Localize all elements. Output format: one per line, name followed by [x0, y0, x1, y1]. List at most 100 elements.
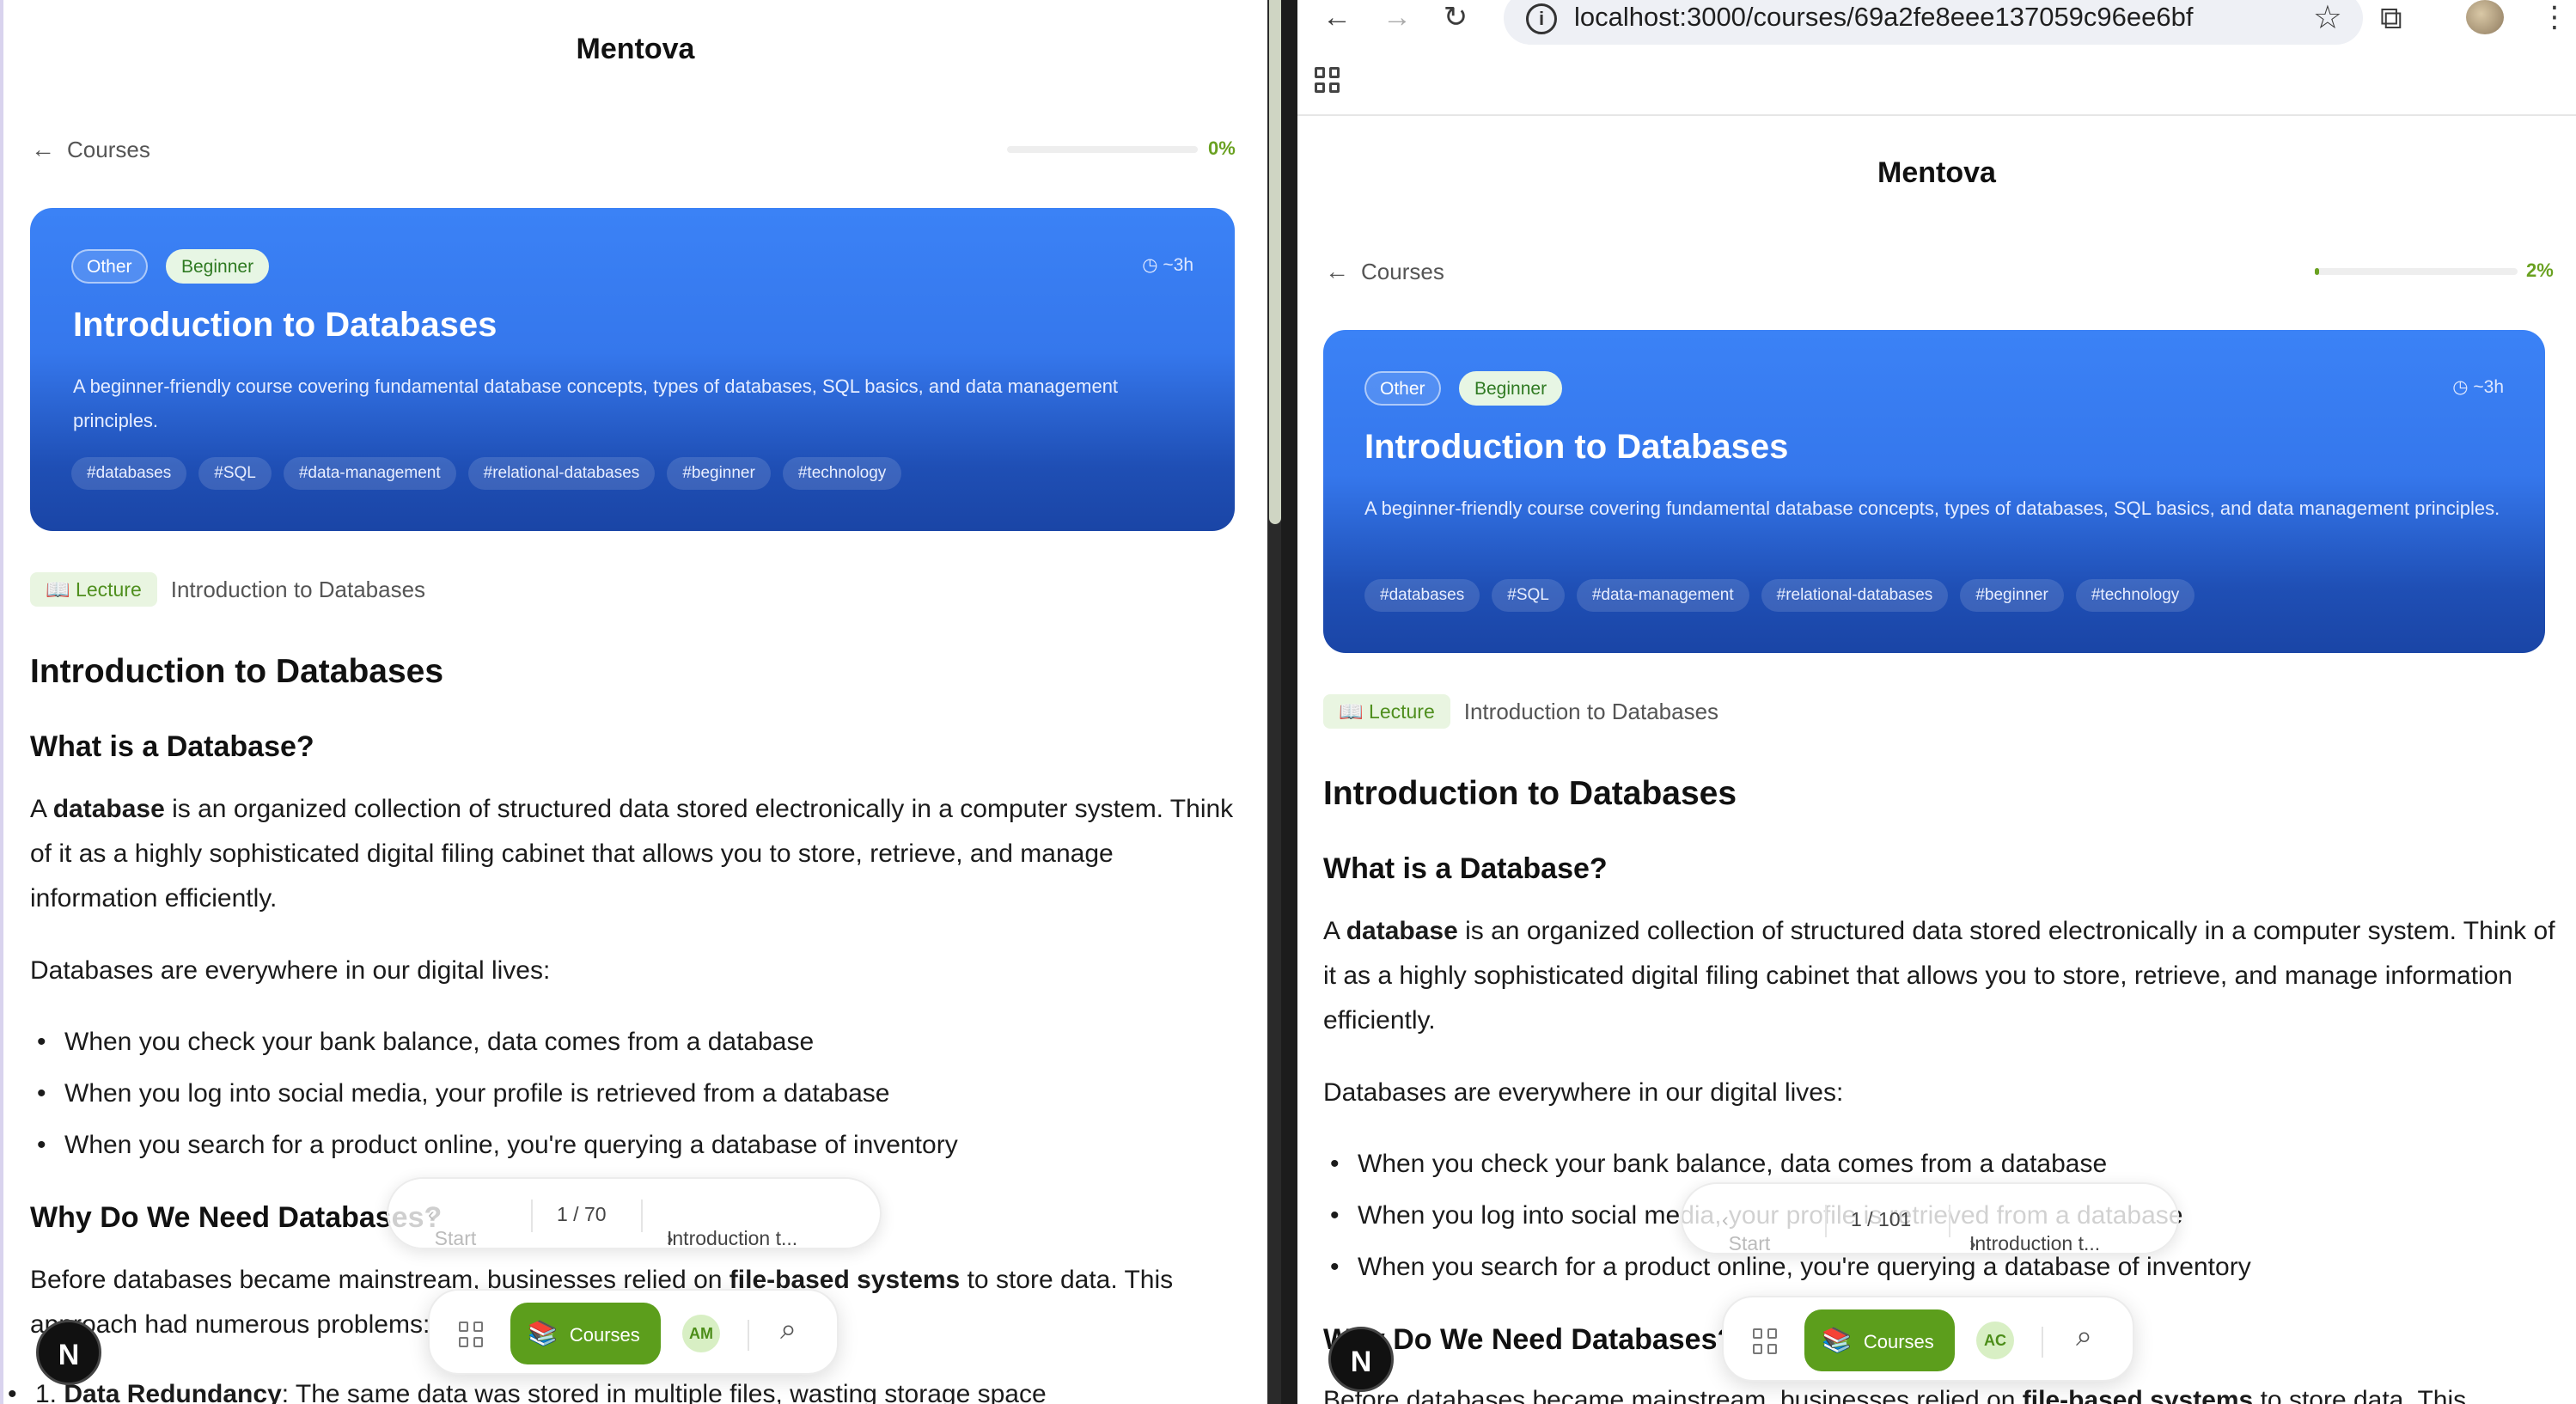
site-info-icon[interactable]: i — [1526, 3, 1557, 34]
lesson-pager: ‹ Start 1 / 101 Introduction t... › — [1681, 1182, 2179, 1254]
user-avatar[interactable]: AM — [682, 1315, 720, 1352]
courses-nav-button[interactable]: 📚 Courses — [1804, 1309, 1955, 1371]
book-icon: 📖 — [46, 578, 76, 601]
course-tag: #databases — [1364, 579, 1480, 612]
course-tag: #relational-databases — [1761, 579, 1949, 612]
pager-start-button[interactable]: ‹ Start — [428, 1203, 476, 1249]
course-tag: #relational-databases — [467, 457, 656, 490]
profile-avatar[interactable] — [2466, 0, 2504, 34]
lecture-header: 📖 Lecture Introduction to Databases — [30, 572, 425, 607]
clock-icon: ◷ — [2452, 377, 2474, 397]
category-badge: Other — [1364, 371, 1441, 406]
course-tag: #beginner — [1960, 579, 2064, 612]
scrollbar-thumb[interactable] — [1269, 0, 1281, 524]
split-divider — [1267, 0, 1297, 1404]
course-tag: #technology — [782, 457, 902, 490]
list-item: When you log into social media, your pro… — [37, 1079, 890, 1108]
duration-label: ◷ ~3h — [2452, 376, 2504, 398]
back-to-courses-link[interactable]: ← Courses — [31, 136, 150, 163]
extensions-icon[interactable]: ⧉ — [2380, 0, 2402, 37]
bookmark-star-icon[interactable]: ☆ — [2313, 0, 2342, 37]
pager-divider — [1949, 1205, 1950, 1237]
apps-grid-icon[interactable] — [1315, 67, 1340, 93]
tag-list: #databases #SQL #data-management #relationa… — [1364, 579, 2195, 612]
course-tag: #SQL — [198, 457, 272, 490]
p1-text-end: is an organized collection of structured… — [1323, 917, 2555, 1035]
numbered-item-bold: Data Redundancy — [64, 1380, 282, 1404]
lecture-badge: 📖 Lecture — [1323, 694, 1450, 729]
article-heading: Introduction to Databases — [1323, 775, 1737, 812]
lecture-badge-label: Lecture — [1369, 700, 1435, 723]
list-item: When you search for a product online, yo… — [37, 1131, 958, 1160]
list-item: When you search for a product online, yo… — [1330, 1253, 2251, 1282]
chevron-right-icon: › — [667, 1227, 674, 1249]
duration-text: ~3h — [1163, 255, 1193, 275]
course-tag: #SQL — [1492, 579, 1565, 612]
back-label: Courses — [1361, 259, 1444, 284]
course-hero-card: Other Beginner ◷ ~3h Introduction to Dat… — [30, 208, 1235, 531]
lecture-badge: 📖 Lecture — [30, 572, 157, 607]
divider-dark — [1281, 0, 1297, 1404]
course-tag: #data-management — [283, 457, 456, 490]
books-icon: 📚 — [528, 1320, 558, 1346]
list-item: When you check your bank balance, data c… — [1330, 1150, 2107, 1179]
tag-list: #databases #SQL #data-management #relationa… — [71, 457, 902, 490]
search-icon[interactable]: ⌕ — [780, 1313, 797, 1346]
section-heading-why: Why Do We Need Databases? — [30, 1201, 443, 1234]
paragraph-database-definition: A database is an organized collection of… — [30, 787, 1246, 921]
duration-text: ~3h — [2473, 377, 2504, 397]
apps-grid-icon[interactable] — [459, 1322, 485, 1347]
section-heading-what: What is a Database? — [1323, 852, 1608, 885]
course-title: Introduction to Databases — [1364, 428, 1789, 466]
back-label: Courses — [67, 137, 150, 162]
right-browser-window: ← → ↻ i localhost:3000/courses/69a2fe8ee… — [1297, 0, 2576, 1404]
reload-icon[interactable]: ↻ — [1435, 0, 1476, 38]
progress-fill — [2315, 268, 2319, 275]
nextjs-dev-indicator[interactable]: N — [1328, 1327, 1394, 1392]
nextjs-dev-indicator[interactable]: N — [36, 1320, 101, 1385]
left-app-window: Mentova ← Courses 0% Other Beginner ◷ ~3h… — [0, 0, 1267, 1404]
dock-divider — [2042, 1327, 2043, 1358]
level-badge: Beginner — [1459, 371, 1563, 406]
pager-next-label: Introduction t... — [667, 1227, 798, 1249]
course-progress-bar — [1007, 146, 1198, 153]
pager-start-label: Start — [434, 1227, 477, 1249]
pager-count: 1 / 101 — [1851, 1208, 1912, 1230]
list-item: When you check your bank balance, data c… — [37, 1028, 814, 1057]
course-tag: #beginner — [667, 457, 771, 490]
back-arrow-icon[interactable]: ← — [1316, 0, 1358, 38]
arrow-left-icon: ← — [31, 136, 55, 162]
pager-divider — [1825, 1205, 1827, 1237]
more-menu-icon[interactable]: ⋮ — [2540, 0, 2569, 34]
address-bar[interactable]: i localhost:3000/courses/69a2fe8eee13705… — [1504, 0, 2363, 45]
course-tag: #technology — [2075, 579, 2195, 612]
paragraph-database-definition: A database is an organized collection of… — [1323, 909, 2561, 1043]
pager-start-button[interactable]: ‹ Start — [1722, 1208, 1770, 1254]
category-badge: Other — [71, 249, 148, 284]
courses-nav-label: Courses — [569, 1324, 640, 1346]
courses-nav-label: Courses — [1863, 1331, 1934, 1352]
course-hero-card: Other Beginner ◷ ~3h Introduction to Dat… — [1323, 330, 2545, 653]
book-icon: 📖 — [1339, 700, 1370, 723]
p1-text-start: A — [30, 795, 53, 823]
browser-toolbar: ← → ↻ i localhost:3000/courses/69a2fe8ee… — [1297, 0, 2576, 116]
lesson-pager: ‹ Start 1 / 70 Introduction t... › — [387, 1177, 882, 1249]
brand-title: Mentova — [576, 33, 695, 65]
paragraph-file-based: Before databases became mainstream, busi… — [1323, 1378, 2561, 1404]
progress-percent: 2% — [2526, 259, 2554, 281]
search-icon[interactable]: ⌕ — [2076, 1320, 2092, 1353]
pager-next-label: Introduction t... — [1969, 1232, 2101, 1254]
paragraph-everywhere: Databases are everywhere in our digital … — [30, 956, 551, 985]
forward-arrow-icon[interactable]: → — [1377, 0, 1418, 38]
books-icon: 📚 — [1822, 1327, 1852, 1353]
course-description: A beginner-friendly course covering fund… — [1364, 498, 2500, 519]
user-avatar[interactable]: AC — [1976, 1322, 2014, 1359]
courses-nav-button[interactable]: 📚 Courses — [510, 1303, 661, 1364]
numbered-item: 1. Data Redundancy: The same data was st… — [8, 1380, 1047, 1404]
back-to-courses-link[interactable]: ← Courses — [1325, 258, 1444, 285]
lecture-title: Introduction to Databases — [170, 576, 426, 602]
arrow-left-icon: ← — [1325, 258, 1349, 284]
lecture-title: Introduction to Databases — [1463, 698, 1719, 724]
course-tag: #data-management — [1576, 579, 1749, 612]
apps-grid-icon[interactable] — [1753, 1328, 1779, 1354]
